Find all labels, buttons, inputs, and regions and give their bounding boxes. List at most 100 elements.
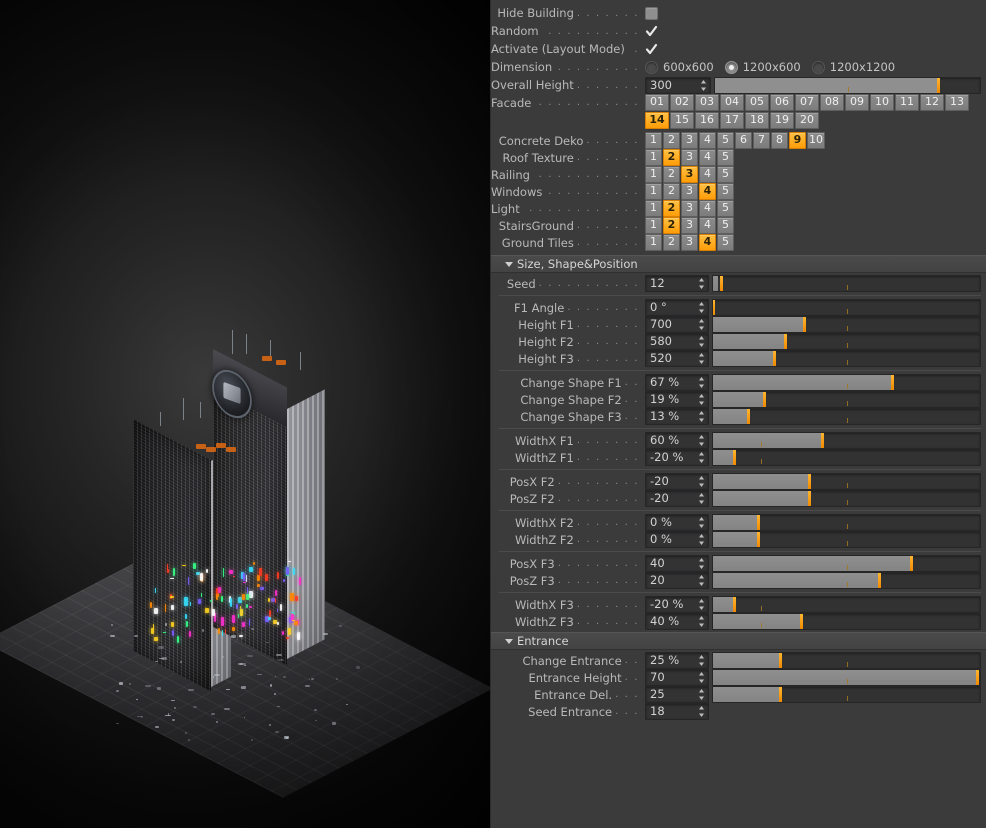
slider-handle[interactable] [890, 375, 894, 390]
spinner-icon[interactable] [698, 615, 705, 628]
spinner-icon[interactable] [698, 598, 705, 611]
spinner-icon[interactable] [698, 410, 705, 423]
concrete-deko-option-3[interactable]: 3 [681, 131, 698, 149]
light-option-4[interactable]: 4 [699, 199, 716, 217]
widthx-f3-slider[interactable] [712, 596, 981, 613]
facade-option-13[interactable]: 13 [945, 94, 969, 111]
spinner-icon[interactable] [698, 671, 705, 684]
slider-handle[interactable] [773, 351, 777, 366]
light-option-5[interactable]: 5 [717, 199, 734, 217]
facade-option-03[interactable]: 03 [695, 94, 719, 111]
posz-f2-slider[interactable] [712, 490, 981, 507]
slider-handle[interactable] [778, 653, 782, 668]
viewport-3d-render[interactable] [0, 0, 490, 828]
light-button-group[interactable]: 12345 [645, 199, 735, 218]
change-shape-f1-field[interactable]: 67 % [645, 374, 709, 391]
stairs-ground-button-group[interactable]: 12345 [645, 216, 735, 235]
concrete-deko-option-5[interactable]: 5 [717, 131, 734, 149]
facade-option-05[interactable]: 05 [745, 94, 769, 111]
f1-angle-field[interactable]: 0 ° [645, 299, 709, 316]
light-option-3[interactable]: 3 [681, 199, 698, 217]
railing-option-3[interactable]: 3 [681, 165, 698, 183]
spinner-icon[interactable] [698, 376, 705, 389]
facade-option-02[interactable]: 02 [670, 94, 694, 111]
concrete-deko-option-8[interactable]: 8 [771, 131, 788, 149]
spinner-icon[interactable] [698, 492, 705, 505]
entrance-height-field[interactable]: 70 [645, 669, 709, 686]
height-f3-slider[interactable] [712, 350, 981, 367]
entrance-height-slider[interactable] [712, 669, 981, 686]
windows-option-2[interactable]: 2 [663, 182, 680, 200]
dimension-option-600x600[interactable]: 600x600 [645, 60, 714, 74]
roof-texture-option-4[interactable]: 4 [699, 148, 716, 166]
widthx-f2-field[interactable]: 0 % [645, 514, 709, 531]
facade-option-06[interactable]: 06 [770, 94, 794, 111]
spinner-icon[interactable] [700, 79, 707, 92]
activate-layout-mode-checkbox[interactable] [645, 43, 658, 56]
f1-angle-slider[interactable] [712, 299, 981, 316]
posx-f3-field[interactable]: 40 [645, 555, 709, 572]
concrete-deko-option-10[interactable]: 10 [807, 131, 825, 149]
railing-option-1[interactable]: 1 [645, 165, 662, 183]
facade-option-01[interactable]: 01 [645, 94, 669, 111]
slider-handle[interactable] [877, 573, 881, 588]
slider-handle[interactable] [936, 77, 940, 93]
facade-option-15[interactable]: 15 [670, 112, 694, 129]
spinner-icon[interactable] [698, 352, 705, 365]
railing-option-4[interactable]: 4 [699, 165, 716, 183]
slider-handle[interactable] [808, 491, 812, 506]
radio-icon[interactable] [645, 60, 658, 74]
height-f1-field[interactable]: 700 [645, 316, 709, 333]
widthz-f2-slider[interactable] [712, 531, 981, 548]
posx-f2-field[interactable]: -20 [645, 473, 709, 490]
change-entrance-slider[interactable] [712, 652, 981, 669]
spinner-icon[interactable] [698, 451, 705, 464]
spinner-icon[interactable] [698, 574, 705, 587]
concrete-deko-option-2[interactable]: 2 [663, 131, 680, 149]
seed-field[interactable]: 12 [645, 275, 709, 292]
roof-texture-option-5[interactable]: 5 [717, 148, 734, 166]
hide-building-checkbox[interactable] [645, 6, 658, 20]
facade-option-07[interactable]: 07 [795, 94, 819, 111]
height-f2-field[interactable]: 580 [645, 333, 709, 350]
slider-handle[interactable] [713, 300, 715, 315]
spinner-icon[interactable] [698, 688, 705, 701]
radio-icon[interactable] [724, 60, 738, 74]
facade-option-04[interactable]: 04 [720, 94, 744, 111]
spinner-icon[interactable] [698, 705, 705, 718]
posz-f3-field[interactable]: 20 [645, 572, 709, 589]
posz-f3-slider[interactable] [712, 572, 981, 589]
facade-option-11[interactable]: 11 [895, 94, 919, 111]
facade-option-16[interactable]: 16 [695, 112, 719, 129]
change-shape-f3-field[interactable]: 13 % [645, 408, 709, 425]
slider-handle[interactable] [909, 556, 913, 571]
dimension-radio-group[interactable]: 600x600 1200x600 1200x1200 [645, 60, 902, 74]
facade-option-20[interactable]: 20 [795, 112, 819, 129]
facade-option-09[interactable]: 09 [845, 94, 869, 111]
overall-height-field[interactable]: 300 [645, 76, 711, 94]
slider-handle[interactable] [746, 409, 750, 424]
seed-entrance-field[interactable]: 18 [645, 703, 709, 720]
spinner-icon[interactable] [698, 475, 705, 488]
seed-slider[interactable] [712, 275, 981, 292]
facade-option-18[interactable]: 18 [745, 112, 769, 129]
ground-tiles-option-2[interactable]: 2 [663, 233, 680, 251]
slider-handle[interactable] [821, 433, 825, 448]
concrete-deko-button-group[interactable]: 1 2 3 4 5 6 7 8 9 10 [645, 131, 826, 150]
widthz-f1-slider[interactable] [712, 449, 981, 466]
stairs-ground-option-4[interactable]: 4 [699, 216, 716, 234]
facade-option-12[interactable]: 12 [920, 94, 944, 111]
spinner-icon[interactable] [698, 654, 705, 667]
facade-button-group[interactable]: 01 02 03 04 05 06 07 08 09 10 11 12 13 14 15 16 17 18 19 20 [645, 94, 981, 130]
windows-option-1[interactable]: 1 [645, 182, 662, 200]
facade-option-10[interactable]: 10 [870, 94, 894, 111]
widthx-f2-slider[interactable] [712, 514, 981, 531]
facade-option-17[interactable]: 17 [720, 112, 744, 129]
spinner-icon[interactable] [698, 533, 705, 546]
concrete-deko-option-1[interactable]: 1 [645, 131, 662, 149]
spinner-icon[interactable] [698, 516, 705, 529]
railing-option-5[interactable]: 5 [717, 165, 734, 183]
ground-tiles-option-1[interactable]: 1 [645, 233, 662, 251]
change-shape-f3-slider[interactable] [712, 408, 981, 425]
section-header-entrance[interactable]: Entrance [491, 632, 986, 650]
